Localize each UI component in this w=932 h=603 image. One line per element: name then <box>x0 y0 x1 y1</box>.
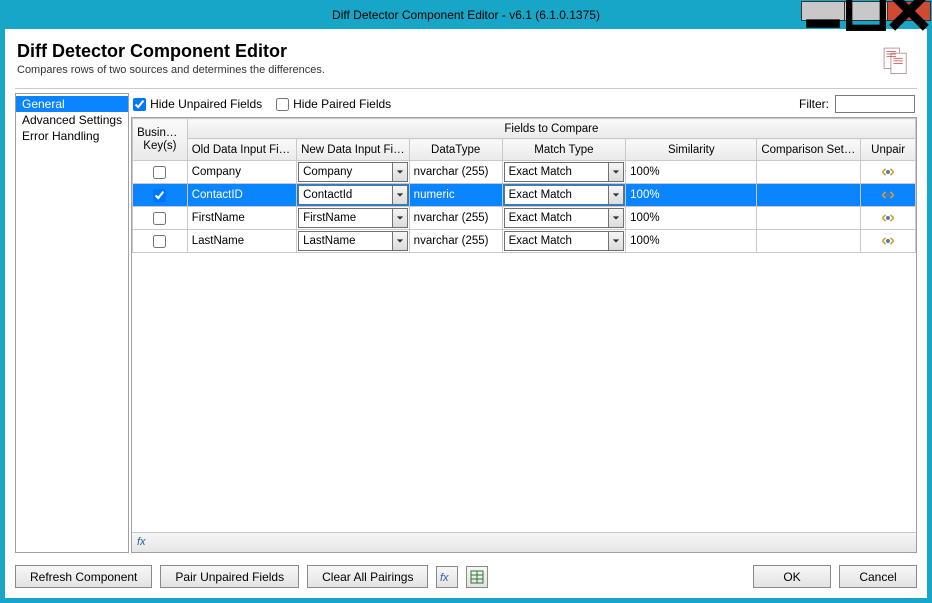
hide-unpaired-input[interactable] <box>133 98 146 111</box>
business-key-checkbox[interactable] <box>133 189 187 202</box>
minimize-icon <box>802 0 844 32</box>
col-header-old[interactable]: Old Data Input Field <box>187 139 296 161</box>
sidebar-item-label: Advanced Settings <box>22 113 122 127</box>
properties-button[interactable] <box>466 566 488 588</box>
old-field-cell: LastName <box>188 235 296 247</box>
similarity-cell: 100% <box>626 212 756 224</box>
old-field-cell: ContactID <box>188 189 296 201</box>
sidebar-item-error-handling[interactable]: Error Handling <box>16 128 128 144</box>
window-title: Diff Detector Component Editor - v6.1 (6… <box>332 8 600 22</box>
new-field-combo[interactable]: FirstName <box>297 207 409 229</box>
table-row[interactable]: FirstNameFirstNamenvarchar (255)Exact Ma… <box>133 207 916 230</box>
filter-control: Filter: <box>799 95 915 113</box>
maximize-icon <box>845 0 887 32</box>
close-icon <box>888 0 930 32</box>
table-row[interactable]: ContactIDContactIdnumericExact Match100% <box>133 184 916 207</box>
hide-paired-checkbox[interactable]: Hide Paired Fields <box>276 97 391 111</box>
datatype-cell: nvarchar (255) <box>410 166 502 178</box>
datatype-cell: numeric <box>410 189 502 201</box>
filter-input[interactable] <box>835 95 915 113</box>
similarity-cell: 100% <box>626 166 756 178</box>
pair-unpaired-fields-button[interactable]: Pair Unpaired Fields <box>160 565 299 588</box>
chevron-down-icon[interactable] <box>392 162 408 182</box>
unpair-button[interactable] <box>861 212 915 224</box>
svg-text:fx: fx <box>137 536 146 548</box>
matchtype-combo[interactable]: Exact Match <box>503 230 626 252</box>
grid-scroll[interactable]: Business Key(s) Fields to Compare Old Da… <box>132 118 916 532</box>
maximize-button[interactable] <box>844 1 888 21</box>
col-header-fields-to-compare: Fields to Compare <box>187 119 915 139</box>
unpair-button[interactable] <box>861 235 915 247</box>
expression-bar: fx <box>132 532 916 552</box>
close-button[interactable] <box>887 1 931 21</box>
matchtype-combo[interactable]: Exact Match <box>503 161 626 183</box>
unpair-button[interactable] <box>861 189 915 201</box>
col-header-business-keys[interactable]: Business Key(s) <box>133 119 188 161</box>
sidebar-item-advanced-settings[interactable]: Advanced Settings <box>16 112 128 128</box>
titlebar: Diff Detector Component Editor - v6.1 (6… <box>1 1 931 29</box>
client-area: Diff Detector Component Editor Compares … <box>1 29 931 602</box>
compare-documents-icon <box>879 43 913 80</box>
new-field-combo[interactable]: Company <box>297 161 409 183</box>
page-header: Diff Detector Component Editor Compares … <box>15 37 917 82</box>
checkbox-label: Hide Unpaired Fields <box>150 97 262 111</box>
new-field-combo[interactable]: ContactId <box>297 184 409 206</box>
old-field-cell: FirstName <box>188 212 296 224</box>
old-field-cell: Company <box>188 166 296 178</box>
matchtype-combo[interactable]: Exact Match <box>503 207 626 229</box>
sidebar-item-general[interactable]: General <box>16 96 128 112</box>
svg-text:fx: fx <box>440 572 449 584</box>
sidebar-item-label: General <box>22 97 65 111</box>
hide-paired-input[interactable] <box>276 98 289 111</box>
sidebar: General Advanced Settings Error Handling <box>15 93 129 553</box>
unpair-button[interactable] <box>861 166 915 178</box>
col-header-comparison[interactable]: Comparison Settings <box>757 139 861 161</box>
similarity-cell: 100% <box>626 189 756 201</box>
button-bar: Refresh Component Pair Unpaired Fields C… <box>15 559 917 588</box>
chevron-down-icon[interactable] <box>392 185 408 205</box>
content-panel: Hide Unpaired Fields Hide Paired Fields … <box>131 93 917 553</box>
table-row[interactable]: CompanyCompanynvarchar (255)Exact Match1… <box>133 161 916 184</box>
matchtype-combo[interactable]: Exact Match <box>503 184 626 206</box>
cancel-button[interactable]: Cancel <box>839 565 917 588</box>
col-header-matchtype[interactable]: Match Type <box>502 139 626 161</box>
chevron-down-icon[interactable] <box>608 185 624 205</box>
checkbox-label: Hide Paired Fields <box>293 97 391 111</box>
datatype-cell: nvarchar (255) <box>410 235 502 247</box>
chevron-down-icon[interactable] <box>608 231 624 251</box>
chevron-down-icon[interactable] <box>392 231 408 251</box>
chevron-down-icon[interactable] <box>608 208 624 228</box>
business-key-checkbox[interactable] <box>133 235 187 248</box>
options-row: Hide Unpaired Fields Hide Paired Fields … <box>131 93 917 117</box>
table-row[interactable]: LastNameLastNamenvarchar (255)Exact Matc… <box>133 230 916 253</box>
minimize-button[interactable] <box>801 1 845 21</box>
col-header-datatype[interactable]: DataType <box>409 139 502 161</box>
business-key-checkbox[interactable] <box>133 166 187 179</box>
clear-all-pairings-button[interactable]: Clear All Pairings <box>307 565 428 588</box>
business-key-checkbox[interactable] <box>133 212 187 225</box>
dialog-window: Diff Detector Component Editor - v6.1 (6… <box>0 0 932 603</box>
main-area: General Advanced Settings Error Handling… <box>15 88 917 553</box>
page-title: Diff Detector Component Editor <box>17 41 915 62</box>
fields-grid: Business Key(s) Fields to Compare Old Da… <box>131 117 917 553</box>
expression-editor-button[interactable]: fx <box>436 566 458 588</box>
refresh-component-button[interactable]: Refresh Component <box>15 565 152 588</box>
page-subtitle: Compares rows of two sources and determi… <box>17 64 915 76</box>
window-controls <box>802 1 931 21</box>
ok-button[interactable]: OK <box>753 565 831 588</box>
chevron-down-icon[interactable] <box>608 162 624 182</box>
datatype-cell: nvarchar (255) <box>410 212 502 224</box>
chevron-down-icon[interactable] <box>392 208 408 228</box>
sidebar-item-label: Error Handling <box>22 129 99 143</box>
col-header-similarity[interactable]: Similarity <box>626 139 757 161</box>
col-header-new[interactable]: New Data Input Field <box>297 139 410 161</box>
fields-table: Business Key(s) Fields to Compare Old Da… <box>132 118 916 253</box>
fx-icon[interactable]: fx <box>136 533 152 552</box>
similarity-cell: 100% <box>626 235 756 247</box>
hide-unpaired-checkbox[interactable]: Hide Unpaired Fields <box>133 97 262 111</box>
filter-label: Filter: <box>799 97 829 111</box>
new-field-combo[interactable]: LastName <box>297 230 409 252</box>
col-header-unpair[interactable]: Unpair <box>861 139 916 161</box>
